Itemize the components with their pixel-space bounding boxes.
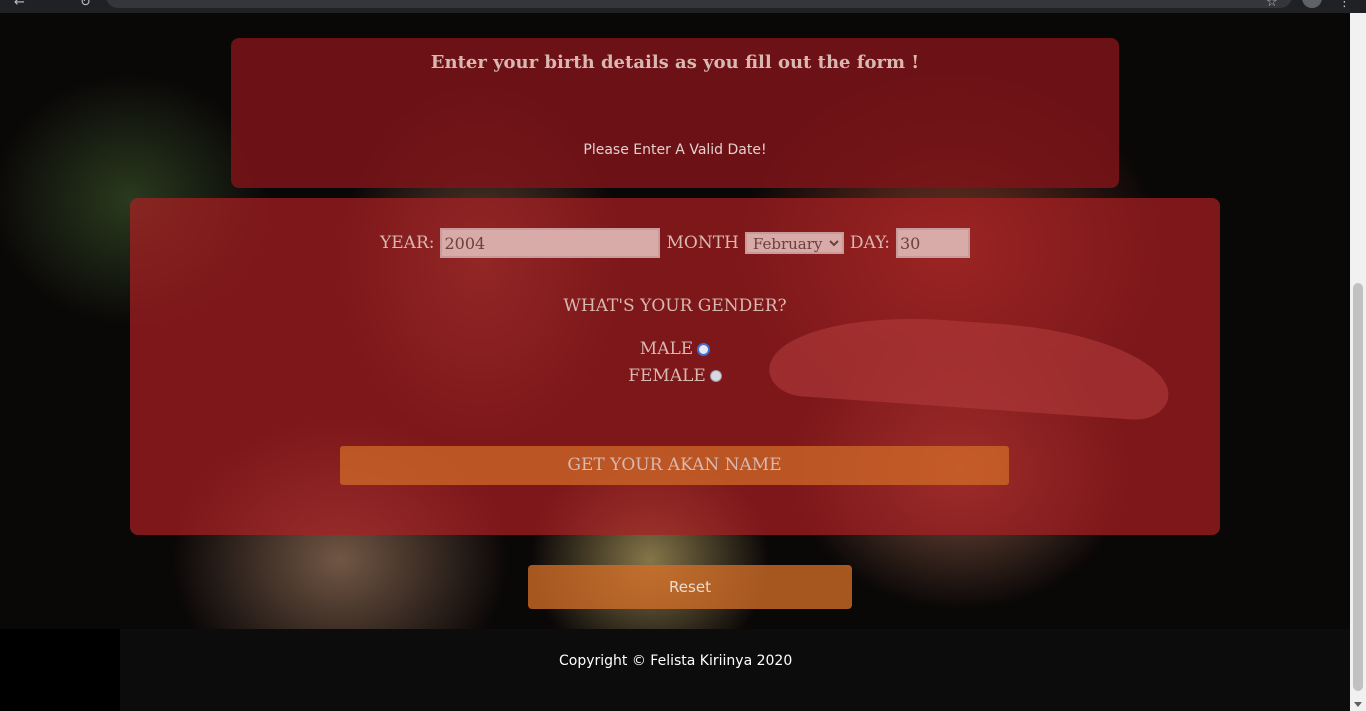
message-panel: Enter your birth details as you fill out… [231,38,1119,188]
day-label: DAY: [849,233,890,253]
intro-text: Enter your birth details as you fill out… [430,52,920,73]
day-input[interactable] [895,228,970,258]
female-radio[interactable] [709,370,722,382]
scrollbar-thumb[interactable] [1353,283,1363,691]
gender-question: WHAT'S YOUR GENDER? [563,296,787,316]
profile-avatar[interactable] [1302,0,1322,8]
error-message: Please Enter A Valid Date! [583,142,767,158]
page-viewport: Enter your birth details as you fill out… [0,0,1350,711]
month-select[interactable]: February [744,232,844,254]
scroll-down-arrow-icon[interactable] [1354,702,1362,707]
male-option[interactable]: MALE [130,339,1220,359]
address-bar[interactable] [106,0,1292,8]
reload-icon[interactable]: ↻ [80,0,91,9]
footer: Copyright © Felista Kiriinya 2020 [120,629,1350,711]
female-label: FEMALE [628,366,706,386]
year-input[interactable] [440,228,661,258]
year-label: YEAR: [380,233,435,253]
female-option[interactable]: FEMALE [130,366,1220,386]
male-radio[interactable] [697,342,711,356]
menu-dots-icon[interactable]: ⋮ [1338,0,1351,9]
month-label: MONTH [666,233,739,253]
get-akan-name-button[interactable]: GET YOUR AKAN NAME [340,446,1009,485]
date-row: YEAR: MONTH February DAY: [130,228,1220,258]
vertical-scrollbar[interactable] [1350,13,1366,711]
birth-details-form: YEAR: MONTH February DAY: WHAT'S YOUR GE… [130,198,1220,535]
reset-button[interactable]: Reset [528,565,852,609]
male-label: MALE [639,339,694,359]
star-icon[interactable]: ☆ [1266,0,1278,9]
copyright-text: Copyright © Felista Kiriinya 2020 [559,653,793,669]
back-arrow-icon[interactable]: ← [14,0,25,9]
browser-toolbar: ← ↻ ☆ ⋮ [0,0,1366,13]
